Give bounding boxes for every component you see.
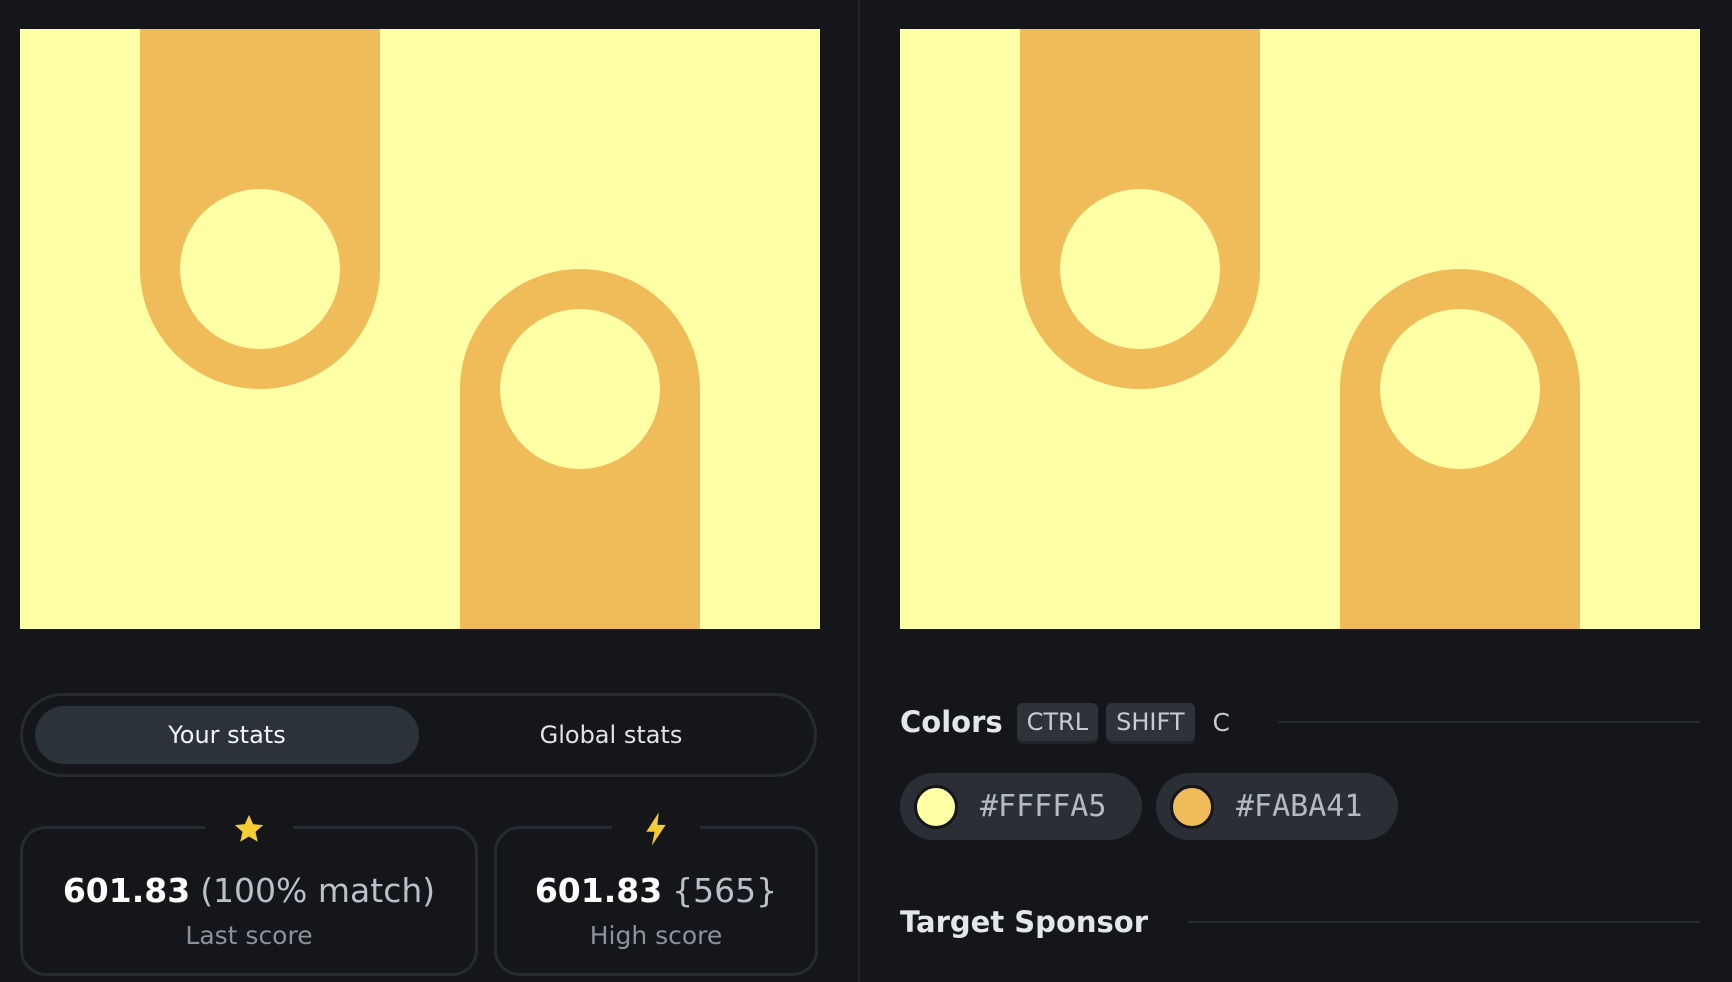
- stats-toggle: Your stats Global stats: [20, 693, 817, 777]
- sponsor-header: Target Sponsor: [900, 902, 1700, 942]
- color-swatch[interactable]: #FFFFA5: [900, 773, 1142, 840]
- panel-divider: [858, 0, 860, 982]
- high-score-chars: {565}: [672, 871, 778, 910]
- shift-key: SHIFT: [1106, 703, 1195, 741]
- last-score-card: 601.83 (100% match) Last score: [20, 807, 478, 976]
- your-stats-tab[interactable]: Your stats: [35, 706, 419, 764]
- global-stats-tab[interactable]: Global stats: [419, 706, 803, 764]
- last-score-match: (100% match): [200, 871, 436, 910]
- high-score-line: 601.83 {565}: [497, 871, 815, 910]
- sponsor-title: Target Sponsor: [900, 905, 1149, 939]
- colors-title: Colors: [900, 705, 1003, 739]
- star-icon: [205, 807, 293, 851]
- high-score-label: High score: [589, 921, 723, 950]
- c-key: C: [1212, 707, 1230, 737]
- hole-top: [180, 189, 340, 349]
- lightning-icon: [612, 807, 700, 851]
- last-score-value: 601.83: [62, 871, 191, 910]
- colors-header: Colors CTRL SHIFT C: [900, 700, 1700, 744]
- high-score-card: 601.83 {565} High score: [494, 807, 818, 976]
- swatch-hex: #FFFFA5: [980, 789, 1107, 824]
- hole-top: [1060, 189, 1220, 349]
- header-rule: [1188, 921, 1700, 923]
- ctrl-key: CTRL: [1016, 703, 1099, 741]
- swatch-hex: #FABA41: [1236, 789, 1363, 824]
- last-score-line: 601.83 (100% match): [23, 871, 475, 910]
- output-canvas: [20, 29, 820, 629]
- color-swatch[interactable]: #FABA41: [1156, 773, 1398, 840]
- swatch-dot: [1170, 784, 1214, 829]
- swatch-dot: [914, 784, 958, 829]
- target-canvas: [900, 29, 1700, 629]
- last-score-label: Last score: [185, 921, 313, 950]
- hole-bottom: [500, 309, 660, 469]
- header-rule: [1277, 721, 1700, 723]
- hole-bottom: [1380, 309, 1540, 469]
- high-score-value: 601.83: [534, 871, 663, 910]
